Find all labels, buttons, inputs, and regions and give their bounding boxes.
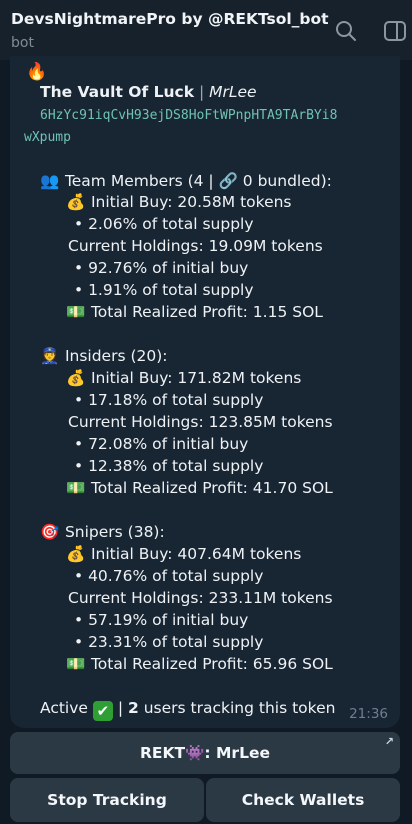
snipers-initial-buy: 💰 Initial Buy: 407.64M tokens bbox=[66, 545, 301, 563]
snipers-heading: 🎯 Snipers (38): bbox=[40, 523, 165, 541]
money-icon: 💵 bbox=[66, 303, 86, 321]
insiders-holdings: Current Holdings: 123.85M tokens bbox=[68, 413, 333, 431]
sidebar-panel-icon[interactable] bbox=[382, 18, 408, 44]
check-wallets-button[interactable]: Check Wallets bbox=[206, 778, 400, 822]
money-icon: 💵 bbox=[66, 479, 86, 497]
money-bag-icon: 💰 bbox=[66, 369, 86, 387]
tracking-status: Active ✔ | 2 users tracking this token bbox=[40, 699, 335, 721]
token-address-line2[interactable]: wXpump bbox=[24, 130, 71, 145]
snipers-initial-supply: • 40.76% of total supply bbox=[74, 567, 264, 585]
snipers-profit: 💵 Total Realized Profit: 65.96 SOL bbox=[66, 655, 333, 673]
insiders-initial-buy-text: Initial Buy: 171.82M tokens bbox=[90, 369, 302, 387]
users-count: 2 bbox=[128, 699, 139, 717]
team-heading-text: Team Members (4 | 🔗 0 bundled): bbox=[64, 172, 332, 190]
message-bubble: 🔥 The Vault Of Luck | MrLee 6HzYc91iqCvH… bbox=[10, 56, 400, 728]
search-icon[interactable] bbox=[333, 18, 359, 44]
token-title: The Vault Of Luck | MrLee bbox=[40, 83, 257, 101]
team-icon: 👥 bbox=[40, 172, 60, 190]
title-separator: | bbox=[198, 83, 205, 101]
stop-tracking-label: Stop Tracking bbox=[47, 791, 167, 809]
insiders-initial-buy: 💰 Initial Buy: 171.82M tokens bbox=[66, 369, 301, 387]
team-heading: 👥 Team Members (4 | 🔗 0 bundled): bbox=[40, 172, 332, 190]
team-profit: 💵 Total Realized Profit: 1.15 SOL bbox=[66, 303, 323, 321]
team-profit-text: Total Realized Profit: 1.15 SOL bbox=[90, 303, 323, 321]
chat-subtitle: bot bbox=[11, 35, 34, 51]
rekt-link-label: REKT👾: MrLee bbox=[140, 744, 270, 762]
chat-title[interactable]: DevsNightmarePro by @REKTsol_bot bbox=[11, 10, 329, 28]
flame-icon: 🔥 bbox=[26, 62, 48, 82]
insiders-initial-supply: • 17.18% of total supply bbox=[74, 391, 264, 409]
status-active: Active bbox=[40, 699, 88, 717]
snipers-initial-buy-text: Initial Buy: 407.64M tokens bbox=[90, 545, 302, 563]
token-address-line1[interactable]: 6HzYc91iqCvH93ejDS8HoFtWPnpHTA9TArBYi8 bbox=[40, 108, 337, 123]
stop-tracking-button[interactable]: Stop Tracking bbox=[10, 778, 204, 822]
insiders-heading: 👮 Insiders (20): bbox=[40, 347, 168, 365]
rekt-link-button[interactable]: REKT👾: MrLee ↗ bbox=[10, 732, 400, 774]
insiders-holdings-pct-initial: • 72.08% of initial buy bbox=[74, 435, 249, 453]
users-tracking-text: users tracking this token bbox=[143, 699, 336, 717]
token-name: The Vault Of Luck bbox=[40, 83, 195, 101]
insiders-heading-text: Insiders (20): bbox=[64, 347, 168, 365]
check-wallets-label: Check Wallets bbox=[241, 791, 365, 809]
target-icon: 🎯 bbox=[40, 523, 60, 541]
insiders-profit: 💵 Total Realized Profit: 41.70 SOL bbox=[66, 479, 333, 497]
external-link-icon: ↗ bbox=[384, 735, 394, 748]
dev-name: MrLee bbox=[209, 83, 257, 101]
insiders-profit-text: Total Realized Profit: 41.70 SOL bbox=[90, 479, 333, 497]
money-bag-icon: 💰 bbox=[66, 545, 86, 563]
snipers-profit-text: Total Realized Profit: 65.96 SOL bbox=[90, 655, 333, 673]
team-holdings-pct-supply: • 1.91% of total supply bbox=[74, 281, 254, 299]
team-holdings-pct-initial: • 92.76% of initial buy bbox=[74, 259, 249, 277]
status-separator: | bbox=[117, 699, 124, 717]
money-bag-icon: 💰 bbox=[66, 193, 86, 211]
money-icon: 💵 bbox=[66, 655, 86, 673]
team-initial-buy: 💰 Initial Buy: 20.58M tokens bbox=[66, 193, 292, 211]
snipers-holdings-pct-initial: • 57.19% of initial buy bbox=[74, 611, 249, 629]
snipers-heading-text: Snipers (38): bbox=[64, 523, 165, 541]
check-mark-icon: ✔ bbox=[92, 701, 113, 721]
message-time: 21:36 bbox=[349, 706, 388, 722]
snipers-holdings-pct-supply: • 23.31% of total supply bbox=[74, 633, 264, 651]
team-initial-buy-text: Initial Buy: 20.58M tokens bbox=[90, 193, 292, 211]
team-initial-supply: • 2.06% of total supply bbox=[74, 215, 254, 233]
police-icon: 👮 bbox=[40, 347, 60, 365]
insiders-holdings-pct-supply: • 12.38% of total supply bbox=[74, 457, 264, 475]
team-holdings: Current Holdings: 19.09M tokens bbox=[68, 237, 323, 255]
chat-header: DevsNightmarePro by @REKTsol_bot bot bbox=[0, 0, 412, 60]
snipers-holdings: Current Holdings: 233.11M tokens bbox=[68, 589, 333, 607]
